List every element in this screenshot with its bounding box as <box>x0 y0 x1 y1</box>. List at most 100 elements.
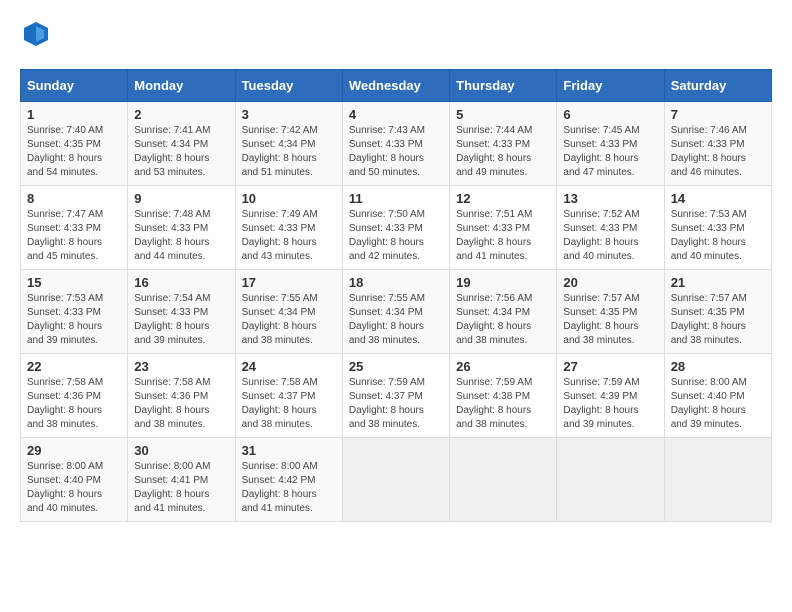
calendar-cell: 31 Sunrise: 8:00 AMSunset: 4:42 PMDaylig… <box>235 438 342 522</box>
day-number: 26 <box>456 359 550 374</box>
day-of-week-header: Tuesday <box>235 70 342 102</box>
day-info: Sunrise: 7:41 AMSunset: 4:34 PMDaylight:… <box>134 124 228 180</box>
calendar-cell: 4 Sunrise: 7:43 AMSunset: 4:33 PMDayligh… <box>342 102 449 186</box>
calendar-cell: 3 Sunrise: 7:42 AMSunset: 4:34 PMDayligh… <box>235 102 342 186</box>
calendar-week-row: 8 Sunrise: 7:47 AMSunset: 4:33 PMDayligh… <box>21 186 772 270</box>
day-info: Sunrise: 7:53 AMSunset: 4:33 PMDaylight:… <box>27 292 121 348</box>
day-number: 31 <box>242 443 336 458</box>
calendar-cell: 24 Sunrise: 7:58 AMSunset: 4:37 PMDaylig… <box>235 354 342 438</box>
day-info: Sunrise: 8:00 AMSunset: 4:41 PMDaylight:… <box>134 460 228 516</box>
calendar-cell <box>342 438 449 522</box>
calendar-cell: 9 Sunrise: 7:48 AMSunset: 4:33 PMDayligh… <box>128 186 235 270</box>
calendar-cell: 11 Sunrise: 7:50 AMSunset: 4:33 PMDaylig… <box>342 186 449 270</box>
calendar-cell: 17 Sunrise: 7:55 AMSunset: 4:34 PMDaylig… <box>235 270 342 354</box>
day-info: Sunrise: 7:59 AMSunset: 4:39 PMDaylight:… <box>563 376 657 432</box>
day-number: 4 <box>349 107 443 122</box>
day-number: 3 <box>242 107 336 122</box>
calendar-cell: 8 Sunrise: 7:47 AMSunset: 4:33 PMDayligh… <box>21 186 128 270</box>
calendar-cell <box>664 438 771 522</box>
calendar-header-row: SundayMondayTuesdayWednesdayThursdayFrid… <box>21 70 772 102</box>
day-number: 19 <box>456 275 550 290</box>
calendar-cell: 1 Sunrise: 7:40 AMSunset: 4:35 PMDayligh… <box>21 102 128 186</box>
calendar-cell: 23 Sunrise: 7:58 AMSunset: 4:36 PMDaylig… <box>128 354 235 438</box>
day-info: Sunrise: 7:59 AMSunset: 4:37 PMDaylight:… <box>349 376 443 432</box>
day-number: 12 <box>456 191 550 206</box>
day-of-week-header: Friday <box>557 70 664 102</box>
day-of-week-header: Thursday <box>450 70 557 102</box>
day-info: Sunrise: 7:44 AMSunset: 4:33 PMDaylight:… <box>456 124 550 180</box>
day-number: 7 <box>671 107 765 122</box>
logo <box>20 20 50 53</box>
day-info: Sunrise: 8:00 AMSunset: 4:40 PMDaylight:… <box>27 460 121 516</box>
day-of-week-header: Sunday <box>21 70 128 102</box>
calendar-cell: 28 Sunrise: 8:00 AMSunset: 4:40 PMDaylig… <box>664 354 771 438</box>
calendar-cell: 2 Sunrise: 7:41 AMSunset: 4:34 PMDayligh… <box>128 102 235 186</box>
day-number: 29 <box>27 443 121 458</box>
day-info: Sunrise: 8:00 AMSunset: 4:42 PMDaylight:… <box>242 460 336 516</box>
calendar-cell: 14 Sunrise: 7:53 AMSunset: 4:33 PMDaylig… <box>664 186 771 270</box>
day-info: Sunrise: 7:45 AMSunset: 4:33 PMDaylight:… <box>563 124 657 180</box>
day-number: 23 <box>134 359 228 374</box>
calendar-cell: 29 Sunrise: 8:00 AMSunset: 4:40 PMDaylig… <box>21 438 128 522</box>
calendar-cell: 12 Sunrise: 7:51 AMSunset: 4:33 PMDaylig… <box>450 186 557 270</box>
day-info: Sunrise: 7:53 AMSunset: 4:33 PMDaylight:… <box>671 208 765 264</box>
day-number: 2 <box>134 107 228 122</box>
day-number: 27 <box>563 359 657 374</box>
calendar-week-row: 1 Sunrise: 7:40 AMSunset: 4:35 PMDayligh… <box>21 102 772 186</box>
day-number: 22 <box>27 359 121 374</box>
logo-icon <box>22 20 50 48</box>
day-number: 21 <box>671 275 765 290</box>
header <box>20 20 772 53</box>
day-info: Sunrise: 7:56 AMSunset: 4:34 PMDaylight:… <box>456 292 550 348</box>
calendar-cell: 10 Sunrise: 7:49 AMSunset: 4:33 PMDaylig… <box>235 186 342 270</box>
calendar-week-row: 29 Sunrise: 8:00 AMSunset: 4:40 PMDaylig… <box>21 438 772 522</box>
day-number: 11 <box>349 191 443 206</box>
day-info: Sunrise: 7:58 AMSunset: 4:36 PMDaylight:… <box>27 376 121 432</box>
day-of-week-header: Saturday <box>664 70 771 102</box>
day-number: 20 <box>563 275 657 290</box>
day-of-week-header: Monday <box>128 70 235 102</box>
day-number: 8 <box>27 191 121 206</box>
day-info: Sunrise: 7:55 AMSunset: 4:34 PMDaylight:… <box>349 292 443 348</box>
calendar-cell: 16 Sunrise: 7:54 AMSunset: 4:33 PMDaylig… <box>128 270 235 354</box>
day-number: 24 <box>242 359 336 374</box>
calendar-cell: 22 Sunrise: 7:58 AMSunset: 4:36 PMDaylig… <box>21 354 128 438</box>
day-info: Sunrise: 7:51 AMSunset: 4:33 PMDaylight:… <box>456 208 550 264</box>
day-number: 1 <box>27 107 121 122</box>
calendar-cell: 19 Sunrise: 7:56 AMSunset: 4:34 PMDaylig… <box>450 270 557 354</box>
calendar-cell: 7 Sunrise: 7:46 AMSunset: 4:33 PMDayligh… <box>664 102 771 186</box>
day-info: Sunrise: 7:57 AMSunset: 4:35 PMDaylight:… <box>563 292 657 348</box>
day-info: Sunrise: 7:57 AMSunset: 4:35 PMDaylight:… <box>671 292 765 348</box>
calendar-week-row: 22 Sunrise: 7:58 AMSunset: 4:36 PMDaylig… <box>21 354 772 438</box>
calendar-cell: 13 Sunrise: 7:52 AMSunset: 4:33 PMDaylig… <box>557 186 664 270</box>
day-number: 13 <box>563 191 657 206</box>
calendar-cell: 30 Sunrise: 8:00 AMSunset: 4:41 PMDaylig… <box>128 438 235 522</box>
day-info: Sunrise: 7:43 AMSunset: 4:33 PMDaylight:… <box>349 124 443 180</box>
day-info: Sunrise: 7:49 AMSunset: 4:33 PMDaylight:… <box>242 208 336 264</box>
logo-text <box>20 20 50 53</box>
day-info: Sunrise: 7:55 AMSunset: 4:34 PMDaylight:… <box>242 292 336 348</box>
day-number: 18 <box>349 275 443 290</box>
day-info: Sunrise: 7:47 AMSunset: 4:33 PMDaylight:… <box>27 208 121 264</box>
day-number: 17 <box>242 275 336 290</box>
calendar-cell: 6 Sunrise: 7:45 AMSunset: 4:33 PMDayligh… <box>557 102 664 186</box>
calendar-cell: 26 Sunrise: 7:59 AMSunset: 4:38 PMDaylig… <box>450 354 557 438</box>
day-number: 10 <box>242 191 336 206</box>
day-info: Sunrise: 7:52 AMSunset: 4:33 PMDaylight:… <box>563 208 657 264</box>
day-info: Sunrise: 7:59 AMSunset: 4:38 PMDaylight:… <box>456 376 550 432</box>
calendar-cell: 18 Sunrise: 7:55 AMSunset: 4:34 PMDaylig… <box>342 270 449 354</box>
day-number: 14 <box>671 191 765 206</box>
day-info: Sunrise: 7:48 AMSunset: 4:33 PMDaylight:… <box>134 208 228 264</box>
day-info: Sunrise: 7:42 AMSunset: 4:34 PMDaylight:… <box>242 124 336 180</box>
day-number: 9 <box>134 191 228 206</box>
day-number: 16 <box>134 275 228 290</box>
calendar: SundayMondayTuesdayWednesdayThursdayFrid… <box>20 69 772 522</box>
day-number: 15 <box>27 275 121 290</box>
calendar-cell: 5 Sunrise: 7:44 AMSunset: 4:33 PMDayligh… <box>450 102 557 186</box>
calendar-cell: 15 Sunrise: 7:53 AMSunset: 4:33 PMDaylig… <box>21 270 128 354</box>
day-info: Sunrise: 7:58 AMSunset: 4:36 PMDaylight:… <box>134 376 228 432</box>
calendar-cell: 27 Sunrise: 7:59 AMSunset: 4:39 PMDaylig… <box>557 354 664 438</box>
day-number: 30 <box>134 443 228 458</box>
calendar-cell <box>450 438 557 522</box>
calendar-week-row: 15 Sunrise: 7:53 AMSunset: 4:33 PMDaylig… <box>21 270 772 354</box>
